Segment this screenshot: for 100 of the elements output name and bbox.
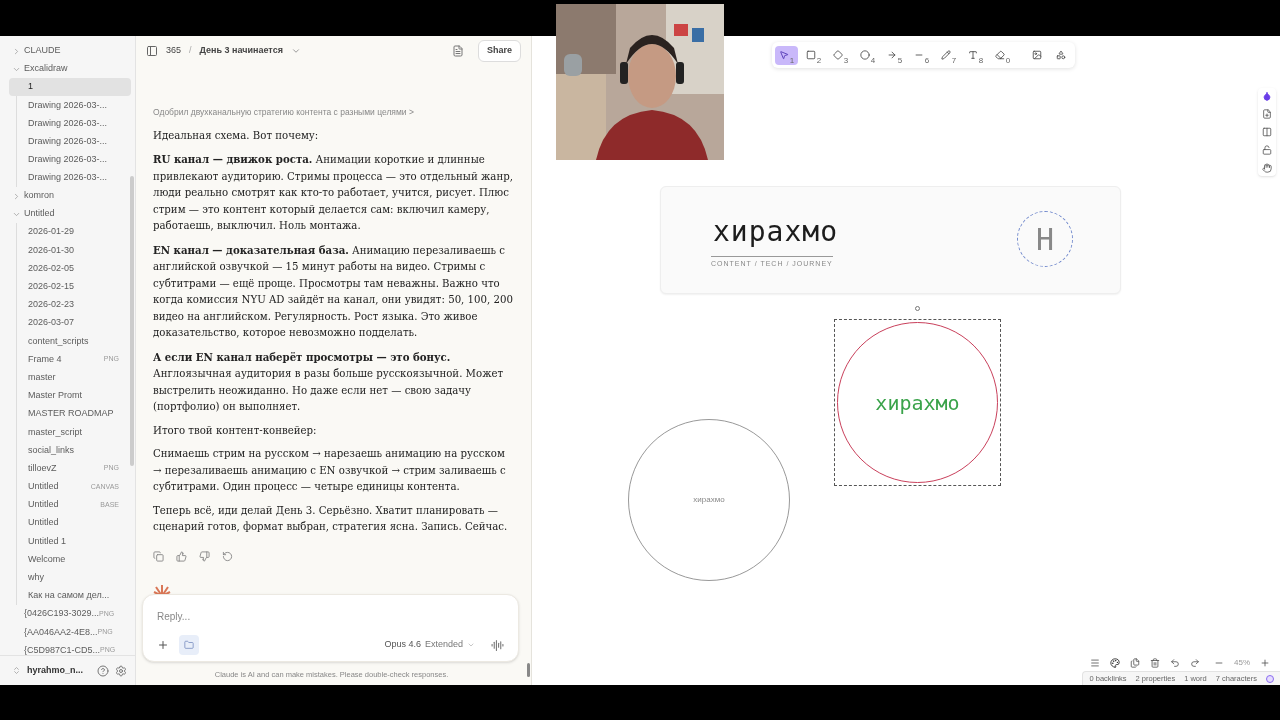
thinking-summary[interactable]: Одобрил двухканальную стратегию контента с разными целями > — [153, 104, 514, 121]
file-item[interactable]: MASTER ROADMAP — [9, 405, 131, 424]
vault-switch-icon[interactable] — [12, 666, 21, 675]
tool-button[interactable]: 4 — [856, 45, 879, 65]
file-item[interactable]: Untitled — [9, 514, 131, 533]
file-item[interactable]: Drawing 2026-03-... — [9, 132, 131, 151]
file-item[interactable]: Drawing 2026-03-... — [9, 114, 131, 133]
mode-selector[interactable]: Extended — [424, 638, 463, 652]
file-item[interactable]: 2026-03-07 — [9, 314, 131, 333]
hotkey-label: 2 — [816, 56, 822, 65]
tool-button[interactable]: 7 — [937, 45, 960, 65]
file-item[interactable]: 2026-02-15 — [9, 277, 131, 296]
reply-field[interactable]: Reply... — [143, 595, 518, 624]
file-item[interactable]: 2026-01-29 — [9, 223, 131, 242]
message-paragraph: А если EN канал наберёт просмотры — это бонус. Англоязычная аудитория в разы больше русскоязычной. Может выстрелить неожиданно. Но даже если нет — свою задачу (портфолио) он выполняет. — [153, 349, 505, 414]
file-item[interactable]: Master Promt — [9, 386, 131, 405]
file-add-icon[interactable] — [1262, 109, 1272, 119]
thumbs-down-icon[interactable] — [199, 550, 210, 562]
copy-icon[interactable] — [1130, 658, 1140, 668]
project-link[interactable]: 365 — [166, 44, 182, 58]
file-label: Untitled 1 — [28, 534, 67, 548]
file-item[interactable]: content_scripts — [9, 332, 131, 351]
chat-title[interactable]: День 3 начинается — [199, 44, 283, 58]
file-label: Welcome — [28, 552, 66, 566]
menu-icon[interactable] — [1090, 658, 1100, 668]
sync-icon[interactable] — [1266, 674, 1274, 683]
droplet-icon[interactable] — [1262, 91, 1272, 101]
chevron-down-icon[interactable] — [290, 46, 301, 56]
composer-box[interactable]: Reply... Opus 4.6 Extended — [142, 594, 519, 662]
circle-label: хирахмо — [693, 494, 725, 506]
retry-icon[interactable] — [222, 550, 233, 562]
redo-icon[interactable] — [1190, 658, 1200, 668]
library-icon[interactable] — [1056, 50, 1066, 60]
file-item[interactable]: 1 — [9, 78, 131, 97]
add-icon[interactable] — [157, 639, 169, 651]
file-item[interactable]: master — [9, 368, 131, 387]
folder-item[interactable]: komron — [0, 187, 135, 206]
help-icon[interactable] — [97, 664, 109, 677]
file-label: 2026-01-29 — [28, 225, 75, 239]
file-label: social_links — [28, 443, 75, 457]
tool-button[interactable]: 8 — [964, 45, 987, 65]
chevron-down-icon[interactable] — [467, 641, 475, 649]
rectangle-icon — [805, 50, 816, 60]
spark-logo-icon — [153, 584, 171, 596]
file-label: Как на самом дел... — [28, 589, 110, 603]
file-label: 1 — [28, 80, 33, 94]
copy-icon[interactable] — [153, 550, 164, 562]
folder-item[interactable]: Excalidraw — [0, 60, 135, 78]
thumbs-up-icon[interactable] — [176, 550, 187, 562]
undo-icon[interactable] — [1170, 658, 1180, 668]
folder-label: Excalidraw — [24, 62, 68, 76]
unlock-icon[interactable] — [1262, 145, 1272, 155]
file-label: Drawing 2026-03-... — [28, 171, 108, 185]
file-item[interactable]: Welcome — [9, 550, 131, 569]
project-button[interactable] — [179, 635, 199, 655]
file-label: Master Promt — [28, 389, 82, 403]
hotkey-label: 1 — [789, 56, 795, 65]
tool-button[interactable]: 0 — [991, 45, 1014, 65]
model-selector[interactable]: Opus 4.6 — [384, 638, 421, 652]
message-paragraph: RU канал — движок роста. Анимации короткие и длинные привлекают аудиторию. Стримы процесса — это отдельный жанр, люди реально смотрят как кто-то работает, учится, рисует. Плюс стрим — это контент который делается сам: включил камеру, работаешь, выключил. Ноль монтажа. — [153, 152, 514, 233]
share-button[interactable]: Share — [478, 40, 521, 62]
tool-button[interactable]: 3 — [829, 45, 852, 65]
folder-item[interactable]: CLAUDE — [0, 42, 135, 60]
file-item[interactable]: 2026-02-05 — [9, 259, 131, 278]
settings-icon[interactable] — [115, 664, 127, 677]
eraser-icon — [994, 50, 1005, 60]
file-label: why — [28, 571, 44, 585]
document-icon[interactable] — [452, 45, 464, 57]
vault-name[interactable]: hyrahmo_n... — [27, 663, 83, 678]
folder-label: Untitled — [24, 207, 55, 221]
tool-button[interactable]: 2 — [802, 45, 825, 65]
breadcrumb-separator: / — [189, 44, 192, 58]
scrollbar[interactable] — [527, 663, 530, 677]
rotate-handle[interactable] — [915, 306, 920, 311]
file-item[interactable]: 2026-01-30 — [9, 241, 131, 260]
voice-icon[interactable] — [491, 638, 504, 652]
message-paragraph: Снимаешь стрим на русском → нарезаешь анимацию на русском → перезаливаешь анимацию с EN озвучкой → стрим заливаешь с субтитрами. Один процесс — четыре единицы контента. — [153, 447, 507, 494]
palette-icon[interactable] — [1110, 658, 1120, 668]
trash-icon[interactable] — [1150, 658, 1160, 668]
folder-item[interactable]: Untitled — [0, 205, 135, 224]
file-label: {C5D987C1-CD5... — [24, 643, 101, 655]
tool-button[interactable]: 5 — [883, 45, 906, 65]
zoom-in-icon[interactable] — [1260, 658, 1270, 668]
sidebar-toggle-icon[interactable] — [146, 45, 158, 57]
file-item[interactable]: Drawing 2026-03-... — [9, 150, 131, 169]
tool-button[interactable]: 1 — [775, 45, 798, 65]
image-icon[interactable] — [1032, 50, 1042, 60]
file-item[interactable]: Drawing 2026-03-... — [9, 168, 131, 188]
file-item[interactable]: why — [9, 568, 131, 587]
file-label: Drawing 2026-03-... — [28, 153, 108, 167]
file-item[interactable]: master_script — [9, 423, 131, 442]
file-item[interactable]: 2026-02-23 — [9, 295, 131, 315]
file-item[interactable]: Drawing 2026-03-... — [9, 96, 131, 115]
file-item[interactable]: Как на самом дел... — [9, 586, 131, 606]
chevron-right-icon — [12, 46, 21, 56]
split-view-icon[interactable] — [1262, 127, 1272, 137]
tool-button[interactable]: 6 — [910, 45, 933, 65]
file-item[interactable]: Untitled 1 — [9, 532, 131, 551]
hand-icon[interactable] — [1262, 163, 1272, 173]
file-item[interactable]: social_links — [9, 441, 131, 460]
